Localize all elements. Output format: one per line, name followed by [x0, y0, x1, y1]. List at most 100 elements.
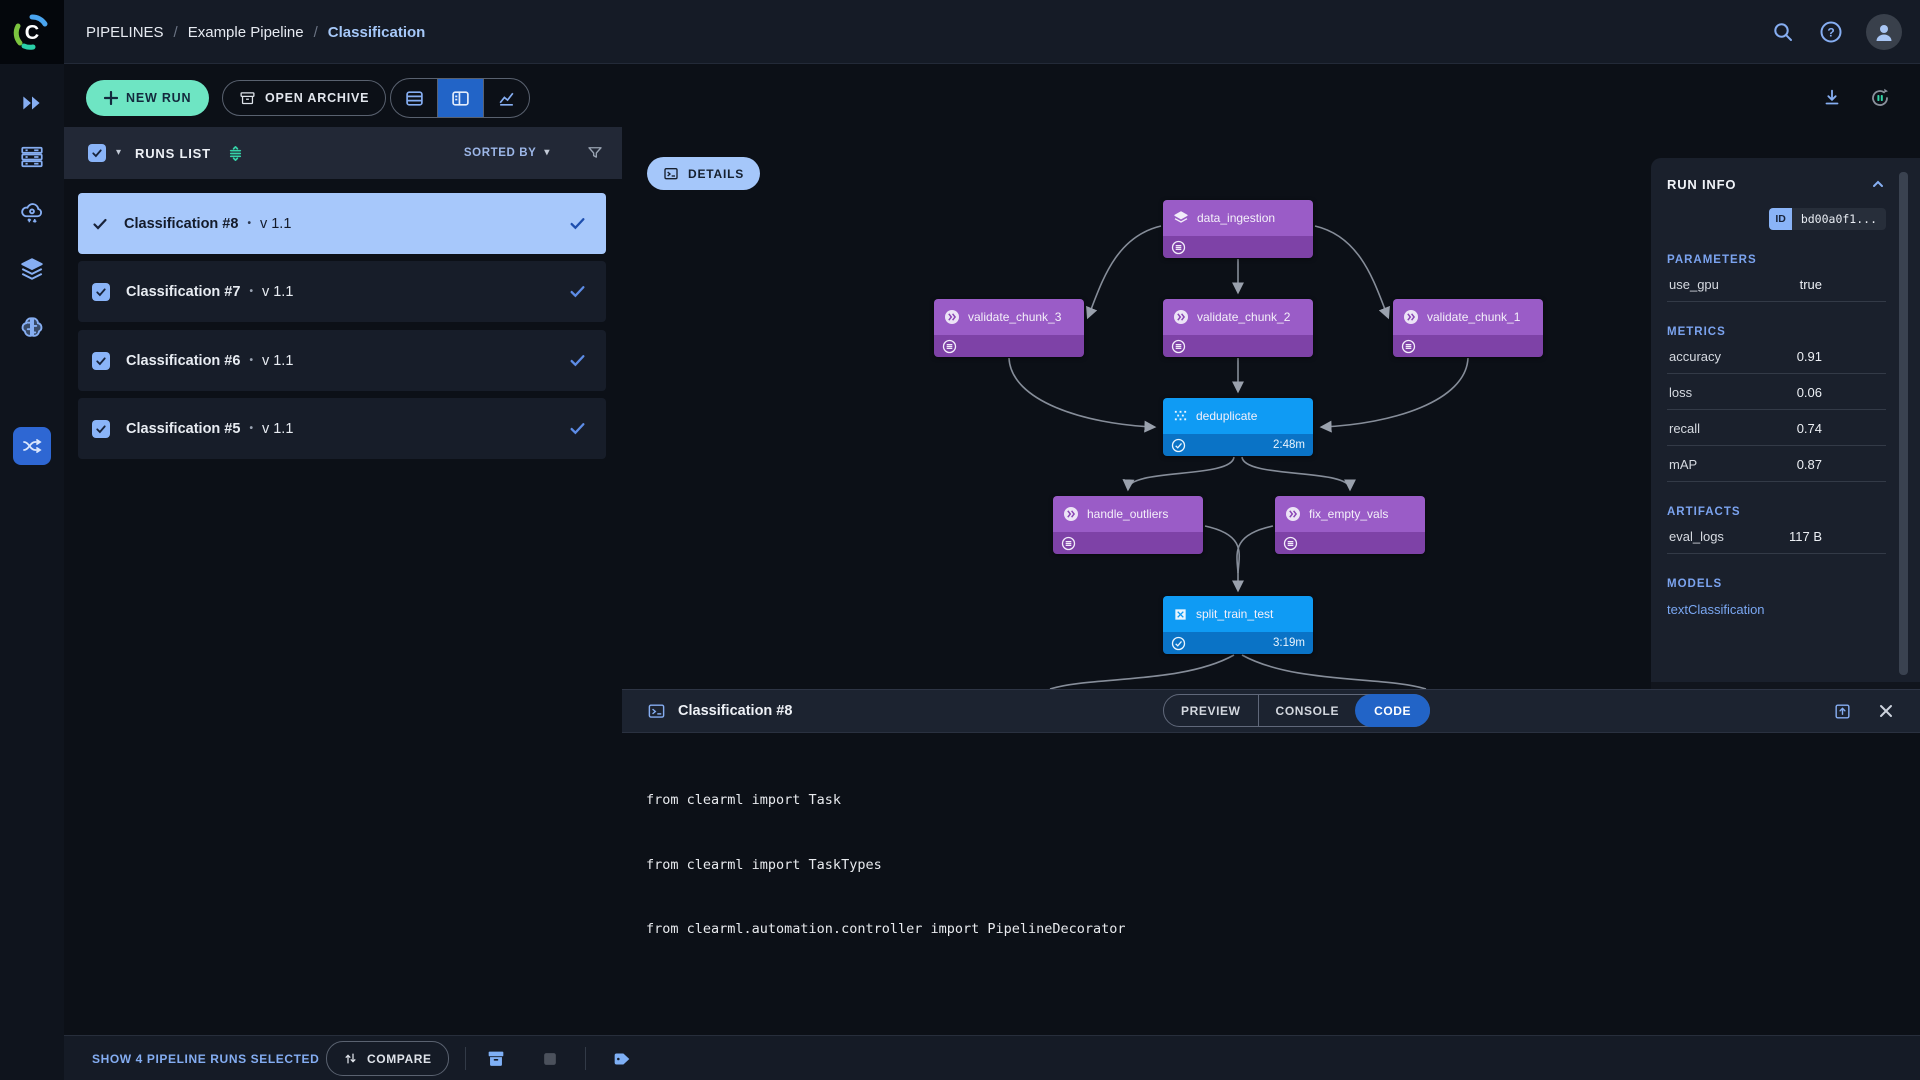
metric-row: mAP 0.87 [1667, 446, 1886, 482]
node-split-train-test[interactable]: split_train_test 3:19m [1163, 596, 1313, 654]
sorted-by-dropdown[interactable]: SORTED BY ▾ [464, 147, 550, 159]
resize-panel-icon[interactable] [227, 145, 244, 162]
abort-action-icon-disabled [537, 1046, 562, 1071]
header-icons: ? [1770, 0, 1902, 64]
node-handle-outliers[interactable]: handle_outliers [1053, 496, 1203, 554]
run-name: Classification #6 [126, 352, 241, 369]
run-info-scrollbar[interactable] [1899, 172, 1908, 675]
terminal-icon [648, 703, 665, 718]
node-validate-chunk-1[interactable]: validate_chunk_1 [1393, 299, 1543, 357]
svg-text:?: ? [1827, 26, 1834, 40]
sidebar [0, 64, 64, 1080]
run-item-label: Classification #5 • v 1.1 [126, 421, 293, 437]
run-info-bottom-strip [1651, 682, 1920, 689]
code-viewer[interactable]: from clearml import Task from clearml im… [646, 747, 1126, 1080]
auto-refresh-icon[interactable] [1866, 84, 1894, 112]
footer-divider [585, 1047, 586, 1070]
run-status-check-icon [570, 423, 585, 435]
node-validate-chunk-3[interactable]: validate_chunk_3 [934, 299, 1084, 357]
tab-code-active[interactable]: CODE [1355, 694, 1431, 727]
bullet-separator: • [249, 355, 253, 366]
node-deduplicate[interactable]: deduplicate 2:48m [1163, 398, 1313, 456]
close-panel-icon[interactable] [1878, 703, 1894, 719]
details-button[interactable]: DETAILS [647, 157, 761, 190]
bullet-separator: • [249, 286, 253, 297]
node-label: data_ingestion [1197, 211, 1276, 225]
run-item-classification-7[interactable]: Classification #7 • v 1.1 [78, 261, 606, 322]
run-name: Classification #7 [126, 283, 241, 300]
run-checkbox[interactable] [92, 282, 110, 301]
run-item-classification-5[interactable]: Classification #5 • v 1.1 [78, 398, 606, 459]
sidebar-item-projects-icon[interactable] [19, 90, 45, 116]
help-icon[interactable]: ? [1818, 19, 1844, 45]
node-label: deduplicate [1196, 409, 1258, 423]
artifact-key: eval_logs [1669, 529, 1724, 544]
breadcrumb-separator: / [173, 23, 178, 41]
run-checkbox[interactable] [92, 351, 110, 370]
run-item-label: Classification #7 • v 1.1 [126, 284, 293, 300]
metric-value: 0.91 [1796, 349, 1822, 364]
tab-console[interactable]: CONSOLE [1257, 695, 1357, 726]
clearml-logo[interactable]: C [0, 0, 64, 64]
split-view-toggle-active[interactable] [437, 79, 483, 117]
pending-icon [1061, 536, 1076, 550]
id-badge: ID [1769, 208, 1792, 230]
metric-key: accuracy [1669, 349, 1722, 364]
search-icon[interactable] [1770, 19, 1796, 45]
selection-status-text[interactable]: SHOW 4 PIPELINE RUNS SELECTED [92, 1036, 319, 1080]
task-icon [1174, 310, 1188, 324]
run-info-title: RUN INFO [1667, 176, 1737, 192]
run-checkbox[interactable] [92, 419, 110, 438]
table-view-toggle[interactable] [391, 79, 437, 117]
node-label: validate_chunk_2 [1197, 310, 1291, 324]
sidebar-item-workers-icon[interactable] [19, 144, 45, 170]
new-run-label: NEW RUN [126, 91, 192, 105]
artifacts-section-title: ARTIFACTS [1667, 506, 1741, 518]
chart-view-toggle[interactable] [483, 79, 529, 117]
expand-panel-icon[interactable] [1833, 702, 1852, 721]
run-version: v 1.1 [261, 283, 294, 300]
run-status-check-icon [570, 286, 585, 298]
run-item-label: Classification #6 • v 1.1 [126, 353, 293, 369]
new-run-button[interactable]: NEW RUN [86, 80, 210, 116]
task-icon [945, 310, 959, 324]
user-avatar[interactable] [1866, 14, 1902, 50]
archive-action-icon[interactable] [483, 1046, 508, 1071]
breadcrumb-current: Classification [327, 23, 426, 41]
sidebar-item-apps-icon[interactable] [19, 200, 45, 226]
sidebar-item-datasets-icon[interactable] [19, 256, 45, 282]
metric-row: accuracy 0.91 [1667, 338, 1886, 374]
breadcrumb-project[interactable]: Example Pipeline [188, 24, 304, 41]
model-link[interactable]: textClassification [1667, 602, 1886, 617]
chart-view-icon [499, 92, 514, 106]
filter-icon[interactable] [586, 144, 604, 162]
check-icon [92, 149, 102, 158]
collapse-chevron-up-icon[interactable] [1870, 176, 1886, 192]
run-id-pill[interactable]: ID bd00a0f1... [1769, 208, 1886, 230]
tab-preview[interactable]: PREVIEW [1164, 695, 1258, 726]
sidebar-item-models-icon[interactable] [19, 314, 45, 340]
compare-icon [345, 1053, 356, 1064]
select-all-checkbox[interactable] [88, 144, 106, 162]
metric-row: loss 0.06 [1667, 374, 1886, 410]
node-data-ingestion[interactable]: data_ingestion [1163, 200, 1313, 258]
compare-button[interactable]: COMPARE [326, 1041, 449, 1076]
breadcrumb-pipelines[interactable]: PIPELINES [86, 24, 164, 41]
code-line: from clearml import TaskTypes [646, 856, 882, 873]
open-archive-button[interactable]: OPEN ARCHIVE [222, 80, 387, 116]
sidebar-item-pipelines-active[interactable] [13, 427, 51, 465]
clearml-app: C PIPELINES / Example Pipeline / Classif… [0, 0, 1920, 1080]
download-icon[interactable] [1818, 84, 1846, 112]
metric-key: recall [1669, 421, 1701, 436]
node-fix-empty-vals[interactable]: fix_empty_vals [1275, 496, 1425, 554]
run-id-row: ID bd00a0f1... [1667, 208, 1886, 230]
run-item-classification-6[interactable]: Classification #6 • v 1.1 [78, 330, 606, 391]
node-validate-chunk-2[interactable]: validate_chunk_2 [1163, 299, 1313, 357]
select-all-caret-icon[interactable]: ▾ [116, 148, 121, 158]
split-icon [1175, 608, 1186, 620]
tag-action-icon[interactable] [609, 1046, 634, 1071]
metric-value: 0.06 [1796, 385, 1822, 400]
run-status-check-icon [570, 218, 585, 230]
run-item-classification-8[interactable]: Classification #8 • v 1.1 [78, 193, 606, 254]
